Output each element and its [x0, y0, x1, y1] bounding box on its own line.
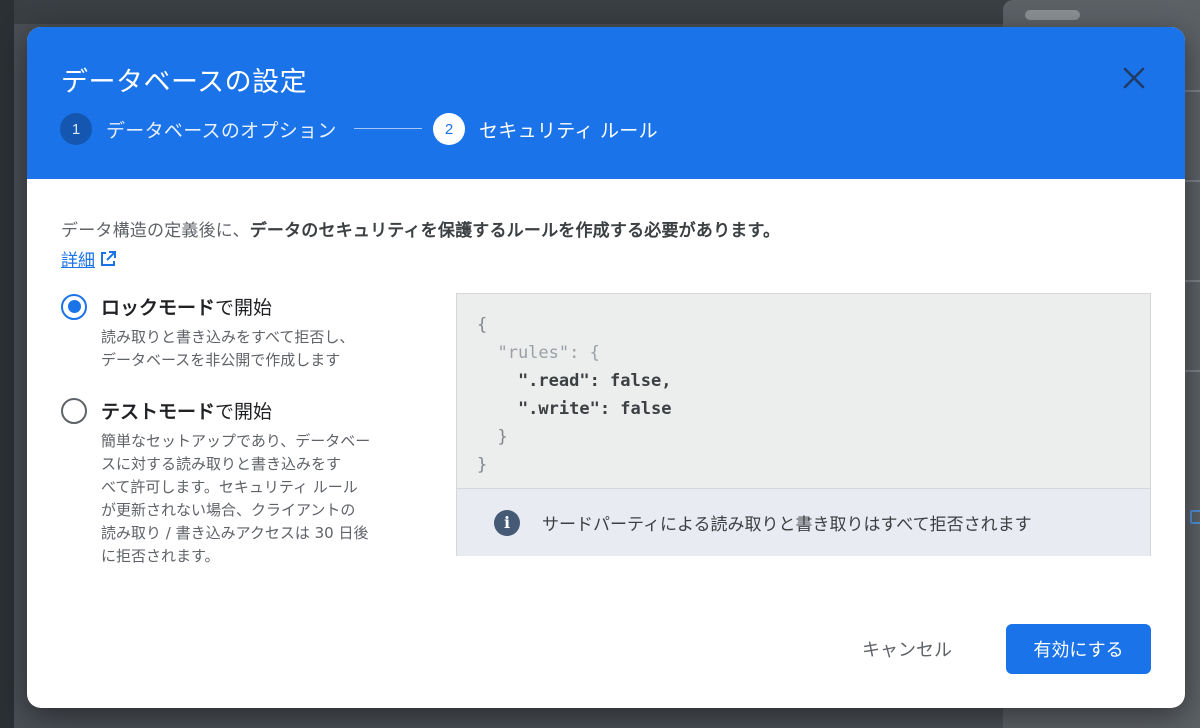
mode-option-locked: ロックモードで開始 読み取りと書き込みをすべて拒否し、 データベースを非公開で作…: [61, 293, 354, 372]
intro-bold: データのセキュリティを保護するルールを作成する必要があります。: [249, 221, 781, 241]
mode-radio-row-test[interactable]: テストモードで開始: [61, 397, 370, 424]
background-external-link-icon: [1190, 510, 1200, 524]
radio-button-locked[interactable]: [61, 293, 87, 320]
mode-label-locked: ロックモードで開始: [101, 297, 273, 319]
rules-code: { "rules": { ".read": false, ".write": f…: [477, 311, 671, 479]
code-line: }: [477, 427, 508, 447]
radio-button-test[interactable]: [61, 397, 87, 424]
step-number: 1: [60, 113, 92, 145]
step-database-options: 1 データベースのオプション: [60, 113, 337, 145]
code-line: "rules": {: [477, 343, 600, 363]
external-link-icon: [101, 250, 116, 266]
mode-label-test: テストモードで開始: [101, 401, 273, 423]
close-icon: [1123, 67, 1145, 89]
mode-description-locked: 読み取りと書き込みをすべて拒否し、 データベースを非公開で作成します: [101, 328, 355, 369]
mode-radio-row-locked[interactable]: ロックモードで開始: [61, 293, 354, 320]
rules-preview: { "rules": { ".read": false, ".write": f…: [456, 293, 1151, 556]
step-label: セキュリティ ルール: [479, 119, 658, 142]
step-label: データベースのオプション: [106, 119, 337, 142]
enable-button[interactable]: 有効にする: [1006, 624, 1151, 674]
step-security-rules: 2 セキュリティ ルール: [433, 113, 658, 145]
learn-more-label: 詳細: [61, 251, 95, 271]
close-button[interactable]: [1120, 64, 1148, 92]
intro-text: データ構造の定義後に、データのセキュリティを保護するルールを作成する必要がありま…: [61, 216, 780, 241]
mode-option-test: テストモードで開始 簡単なセットアップであり、データベー スに対する読み取りと書…: [61, 397, 370, 568]
cancel-button[interactable]: キャンセル: [847, 624, 967, 674]
rules-info-bar: i サードパーティによる読み取りと書き取りはすべて拒否されます: [457, 488, 1150, 556]
database-setup-dialog: データベースの設定 1 データベースのオプション 2 セキュリティ ルール デー…: [27, 27, 1185, 708]
background-pill: [1025, 10, 1080, 20]
step-number: 2: [433, 113, 465, 145]
radio-dot: [67, 300, 81, 313]
background-left-strip: [0, 0, 14, 728]
learn-more-link[interactable]: 詳細: [61, 246, 117, 271]
dialog-title: データベースの設定: [61, 67, 308, 98]
step-connector: [354, 128, 422, 129]
rules-info-text: サードパーティによる読み取りと書き取りはすべて拒否されます: [542, 515, 1032, 535]
info-icon: i: [494, 509, 520, 536]
code-line: {: [477, 315, 488, 335]
code-line: ".read": false,: [477, 371, 672, 391]
intro-plain: データ構造の定義後に、: [61, 221, 250, 241]
dialog-header: データベースの設定 1 データベースのオプション 2 セキュリティ ルール: [27, 27, 1185, 179]
code-line: }: [477, 455, 488, 475]
mode-description-test: 簡単なセットアップであり、データベー スに対する読み取りと書き込みをす べて許可…: [101, 432, 371, 565]
code-line: ".write": false: [477, 399, 672, 419]
